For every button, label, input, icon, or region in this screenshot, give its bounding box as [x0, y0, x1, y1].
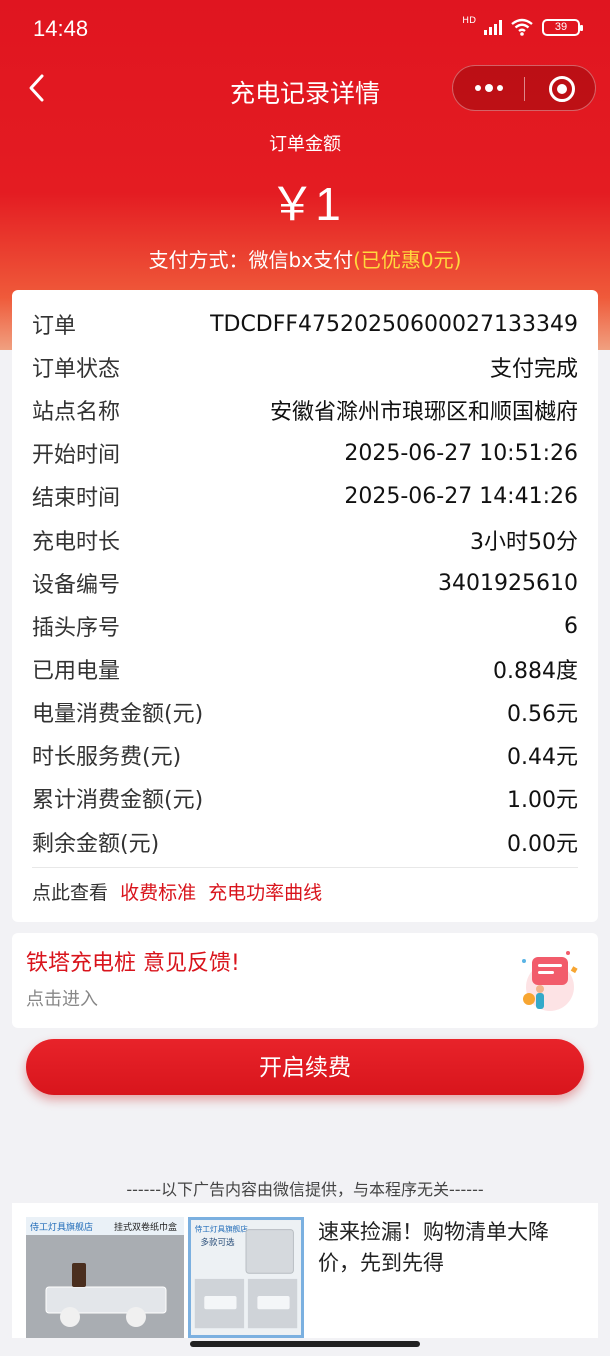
detail-label: 插头序号	[32, 616, 121, 641]
ad-shop-name: 侍工灯具旗舰店	[30, 1221, 93, 1233]
signal-icon	[484, 19, 502, 35]
detail-label: 累计消费金额(元)	[32, 788, 204, 813]
detail-row-service-fee: 时长服务费(元) 0.44元	[32, 735, 578, 775]
capsule-divider	[524, 77, 525, 101]
wifi-icon	[511, 18, 533, 36]
order-detail-card: 订单 TDCDFF4752025060002713​3349 订单状态 支付完成…	[12, 290, 598, 922]
ad-text[interactable]: 速来捡漏！购物清单大降价，先到先得	[318, 1217, 586, 1279]
detail-row-energy-used: 已用电量 0.884度	[32, 649, 578, 689]
detail-value: 0.44元	[507, 745, 578, 770]
detail-value: 2025-06-27 10:51:26	[344, 440, 578, 466]
mini-program-capsule	[452, 65, 596, 111]
amount-label: 订单金额	[269, 134, 341, 155]
detail-row-duration: 充电时长 3小时50分	[32, 520, 578, 560]
ad-product-image[interactable]: 侍工灯具旗舰店 挂式双卷纸巾盒	[26, 1217, 184, 1338]
payment-method-text: 支付方式：微信bx支付	[148, 248, 354, 272]
detail-row-station: 站点名称 安徽省滁州市琅琊区和顺国樾府	[32, 390, 578, 430]
detail-label: 设备编号	[32, 573, 121, 598]
target-circle-icon[interactable]	[549, 76, 575, 102]
detail-value: 0.884度	[493, 659, 578, 684]
detail-value: 1.00元	[507, 788, 578, 813]
payment-discount: (已优惠0元)	[353, 248, 462, 272]
detail-value: 2025-06-27 14:41:26	[344, 483, 578, 509]
detail-row-remaining: 剩余金额(元) 0.00元	[32, 822, 578, 862]
detail-label: 电量消费金额(元)	[32, 702, 204, 727]
detail-label: 开始时间	[32, 443, 121, 468]
detail-row-order: 订单 TDCDFF4752025060002713​3349	[32, 304, 578, 344]
detail-value: 3小时50分	[470, 530, 578, 555]
status-bar: 14:48 HD 39	[0, 0, 610, 60]
detail-label: 充电时长	[32, 530, 121, 555]
payment-method: 支付方式：微信bx支付(已优惠0元)	[0, 244, 610, 273]
feedback-subtitle: 点击进入	[26, 989, 98, 1010]
detail-row-end-time: 结束时间 2025-06-27 14:41:26	[32, 476, 578, 516]
detail-links: 点此查看 收费标准 充电功率曲线	[32, 878, 322, 905]
detail-row-status: 订单状态 支付完成	[32, 347, 578, 387]
status-time: 14:48	[33, 16, 89, 41]
feedback-title: 铁塔充电桩 意见反馈!	[26, 951, 240, 976]
detail-row-total-cost: 累计消费金额(元) 1.00元	[32, 778, 578, 818]
ad-shop-name: 侍工灯具旗舰店	[195, 1224, 248, 1234]
detail-value: TDCDFF4752025060002713​3349	[210, 311, 578, 337]
renew-button[interactable]: 开启续费	[26, 1039, 584, 1095]
feedback-illustration-icon	[522, 951, 578, 1011]
detail-value: 0.00元	[507, 832, 578, 857]
detail-label: 站点名称	[32, 400, 121, 425]
detail-value: 安徽省滁州市琅琊区和顺国樾府	[269, 400, 578, 425]
ad-product-image-2[interactable]: 侍工灯具旗舰店 多款可选	[188, 1217, 304, 1338]
detail-label: 剩余金额(元)	[32, 832, 160, 857]
detail-label: 订单	[32, 314, 77, 339]
more-dots-icon[interactable]	[471, 74, 507, 102]
detail-value: 0.56元	[507, 702, 578, 727]
feedback-card[interactable]: 铁塔充电桩 意见反馈! 点击进入	[12, 933, 598, 1028]
detail-value: 3401925610	[438, 570, 578, 596]
detail-row-start-time: 开始时间 2025-06-27 10:51:26	[32, 433, 578, 473]
detail-label: 结束时间	[32, 486, 121, 511]
links-prefix: 点此查看	[32, 882, 109, 904]
detail-label: 已用电量	[32, 659, 121, 684]
navigation-bar: 充电记录详情	[0, 62, 610, 114]
detail-row-energy-cost: 电量消费金额(元) 0.56元	[32, 692, 578, 732]
detail-row-plug-number: 插头序号 6	[32, 606, 578, 646]
ad-card[interactable]: 侍工灯具旗舰店 挂式双卷纸巾盒 侍工灯具旗舰店 多款可选 速来捡漏！购物清单大降…	[12, 1203, 598, 1338]
network-type-label: HD	[462, 15, 476, 26]
detail-value: 支付完成	[489, 357, 578, 382]
ad-notice: ------以下广告内容由微信提供，与本程序无关------	[126, 1180, 484, 1199]
battery-icon: 39	[542, 18, 583, 36]
power-curve-link[interactable]: 充电功率曲线	[208, 882, 322, 904]
divider	[32, 867, 578, 868]
order-amount: ￥1	[269, 178, 341, 230]
ad-tagline: 多款可选	[200, 1237, 235, 1248]
fee-standard-link[interactable]: 收费标准	[120, 882, 196, 904]
detail-label: 订单状态	[32, 357, 121, 382]
home-indicator	[190, 1341, 420, 1347]
detail-value: 6	[564, 613, 578, 639]
detail-row-device-id: 设备编号 3401925610	[32, 563, 578, 603]
ad-product-label: 挂式双卷纸巾盒	[114, 1221, 177, 1233]
detail-label: 时长服务费(元)	[32, 745, 182, 770]
